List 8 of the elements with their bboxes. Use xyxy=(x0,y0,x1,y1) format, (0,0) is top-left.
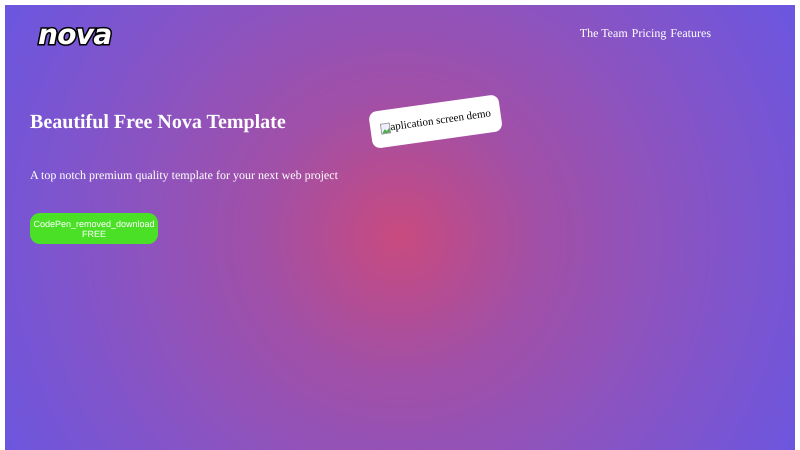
image-alt-text: aplication screen demo xyxy=(389,106,492,136)
nav-link[interactable]: The Team xyxy=(580,24,628,42)
hero-title: Beautiful Free Nova Template xyxy=(30,110,286,135)
logo[interactable]: nova xyxy=(38,21,112,49)
broken-image-icon xyxy=(380,122,392,134)
nav-link[interactable]: Pricing xyxy=(632,24,666,42)
nav-link[interactable]: Features xyxy=(670,24,711,42)
hero-subtitle: A top notch premium quality template for your next web project xyxy=(30,167,338,184)
